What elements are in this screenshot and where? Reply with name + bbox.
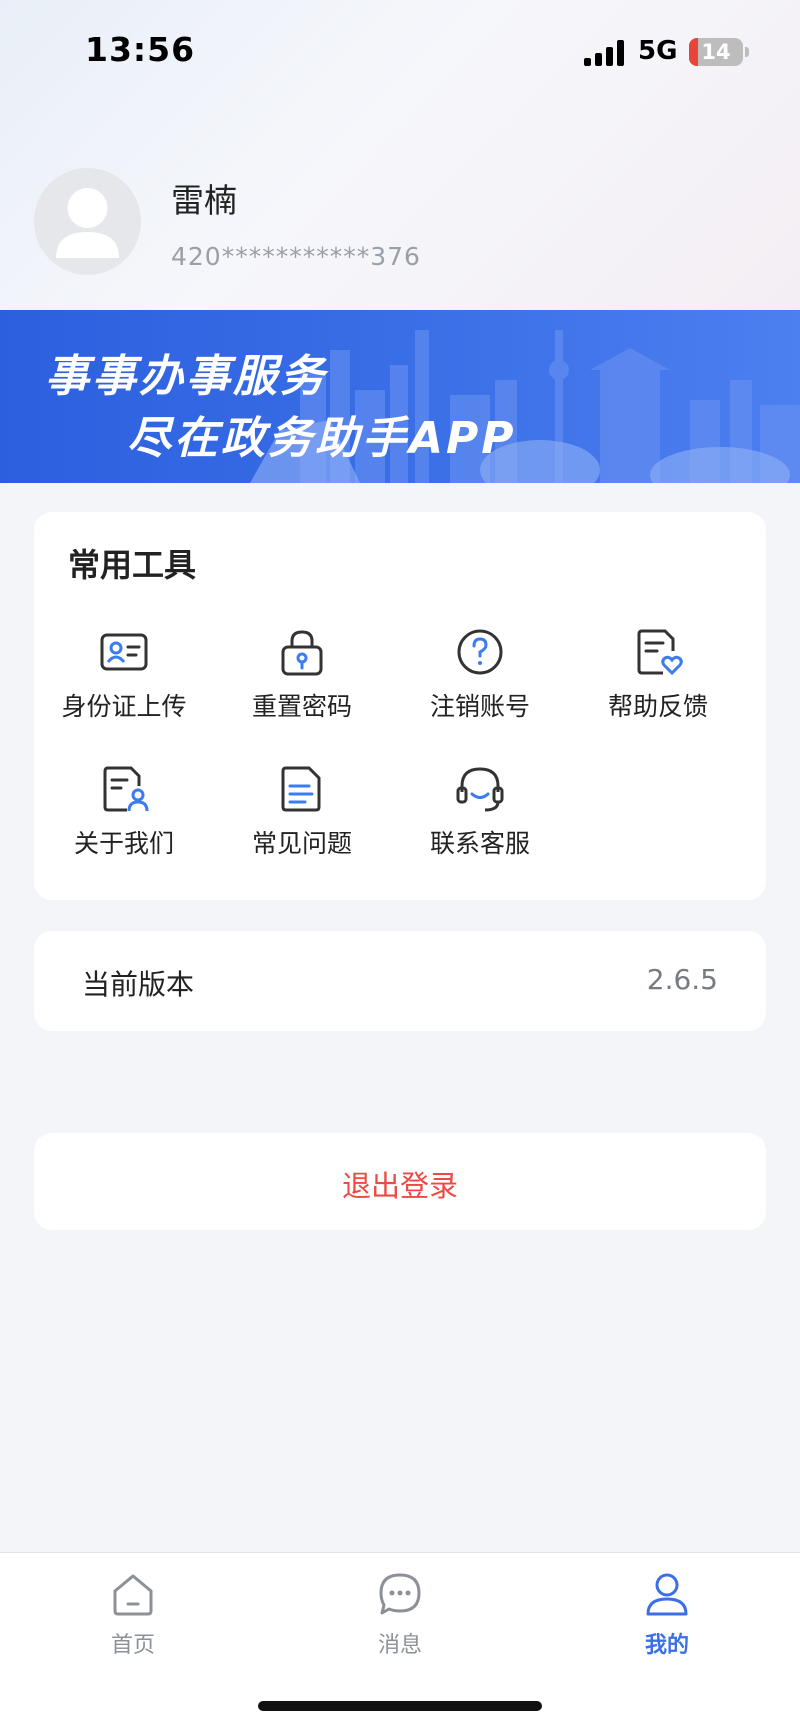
banner-subheadline: 尽在政务助手APP <box>127 413 517 464</box>
tool-label: 关于我们 <box>73 829 174 858</box>
tab-mine[interactable]: 我的 <box>587 1571 747 1661</box>
user-icon <box>646 1573 688 1616</box>
version-card[interactable]: 当前版本 2.6.5 <box>34 931 766 1031</box>
tab-label: 消息 <box>377 1633 422 1658</box>
lock-icon <box>281 630 323 676</box>
logout-label: 退出登录 <box>341 1169 458 1203</box>
id-card-icon <box>100 633 148 671</box>
tool-cancel-account[interactable]: 注销账号 <box>390 627 570 737</box>
message-icon <box>379 1573 421 1615</box>
tools-title: 常用工具 <box>68 546 197 584</box>
tool-label: 身份证上传 <box>61 692 187 721</box>
tool-label: 常见问题 <box>251 829 352 858</box>
banner-headline: 事事办事服务 <box>45 351 327 402</box>
user-id: 420***********376 <box>171 242 421 271</box>
network-type: 5G <box>638 36 678 66</box>
tab-label: 首页 <box>110 1633 155 1658</box>
tool-label: 重置密码 <box>251 692 352 721</box>
version-value: 2.6.5 <box>646 963 718 996</box>
avatar-person-icon <box>56 188 119 258</box>
common-tools-card: 常用工具 身份证上传 重置密码 注销账号 帮助反馈 关于我们 常见问题 联系客服 <box>34 512 766 900</box>
signal-icon <box>584 40 626 66</box>
user-name: 雷楠 <box>171 181 237 220</box>
tool-help-feedback[interactable]: 帮助反馈 <box>568 627 748 737</box>
home-icon <box>113 1574 153 1616</box>
tool-about-us[interactable]: 关于我们 <box>34 764 214 874</box>
status-bar: 13:56 5G 14 <box>0 0 800 105</box>
tool-label: 帮助反馈 <box>607 692 708 721</box>
promo-banner[interactable]: 事事办事服务 尽在政务助手APP <box>0 310 800 483</box>
tool-id-card-upload[interactable]: 身份证上传 <box>34 627 214 737</box>
home-indicator <box>258 1701 542 1711</box>
logout-button[interactable]: 退出登录 <box>34 1133 766 1230</box>
profile-section[interactable]: 雷楠 420***********376 <box>0 160 800 280</box>
question-icon <box>457 629 503 675</box>
headset-icon <box>456 767 504 812</box>
avatar[interactable] <box>34 168 141 275</box>
tool-faq[interactable]: 常见问题 <box>212 764 392 874</box>
battery-icon: 14 <box>689 38 743 66</box>
version-label: 当前版本 <box>82 968 195 1001</box>
document-list-icon <box>281 766 321 812</box>
document-user-icon <box>103 766 149 812</box>
tool-label: 注销账号 <box>429 692 530 721</box>
battery-tip <box>745 47 749 57</box>
battery-level: 14 <box>701 40 731 64</box>
tool-label: 联系客服 <box>429 829 530 858</box>
tab-label: 我的 <box>644 1633 689 1658</box>
tool-reset-password[interactable]: 重置密码 <box>212 627 392 737</box>
tool-contact-support[interactable]: 联系客服 <box>390 764 570 874</box>
feedback-heart-icon <box>637 629 683 676</box>
tab-messages[interactable]: 消息 <box>320 1571 480 1661</box>
status-time: 13:56 <box>85 30 196 69</box>
tab-home[interactable]: 首页 <box>53 1571 213 1661</box>
